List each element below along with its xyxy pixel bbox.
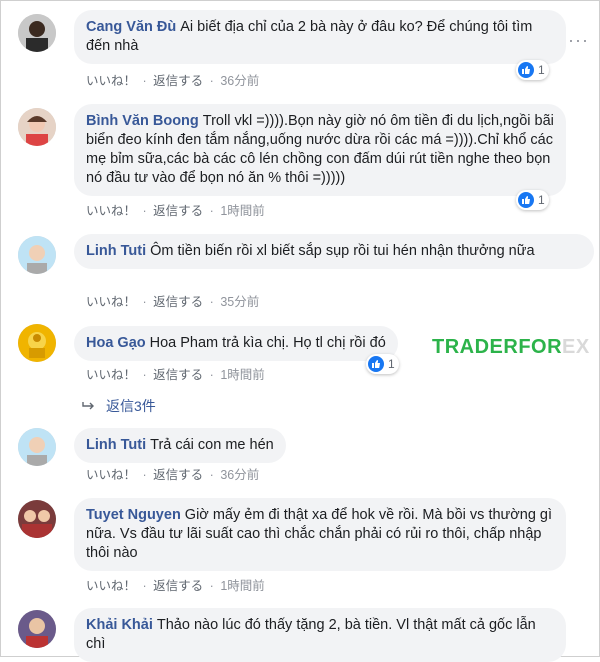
- comment-time[interactable]: 1時間前: [220, 368, 264, 382]
- like-link[interactable]: いいね！: [86, 468, 136, 482]
- comment-actions: いいね！ · 返信する · 1時間前: [86, 579, 265, 593]
- reply-link[interactable]: 返信する: [153, 368, 203, 382]
- comment-author[interactable]: Linh Tuti: [86, 243, 146, 259]
- comment-time[interactable]: 1時間前: [220, 204, 264, 218]
- comment-time[interactable]: 1時間前: [220, 579, 264, 593]
- avatar[interactable]: [18, 324, 56, 362]
- comment-author[interactable]: Khải Khải: [86, 617, 153, 633]
- reply-arrow-icon: [82, 398, 96, 414]
- avatar[interactable]: [18, 236, 56, 274]
- comment-time[interactable]: 36分前: [220, 468, 259, 482]
- reply-link[interactable]: 返信する: [153, 579, 203, 593]
- avatar[interactable]: [18, 500, 56, 538]
- like-link[interactable]: いいね！: [86, 204, 136, 218]
- like-icon: [368, 356, 384, 372]
- avatar[interactable]: [18, 610, 56, 648]
- comment-bubble: Khải Khải Thảo nào lúc đó thấy tặng 2, bà…: [74, 608, 566, 662]
- reply-link[interactable]: 返信する: [153, 74, 203, 88]
- comment-text: Hoa Pham trả kìa chị. Họ tl chị rồi đó: [149, 335, 386, 351]
- comment-bubble: Tuyet Nguyen Giờ mấy ẻm đi thật xa để hok…: [74, 498, 566, 571]
- comment: Linh Tuti Ôm tiền biến rồi xl biết sắp sụ…: [14, 234, 594, 314]
- comment-author[interactable]: Cang Văn Đù: [86, 19, 176, 35]
- like-link[interactable]: いいね！: [86, 295, 136, 309]
- reaction-count[interactable]: 1: [516, 60, 549, 80]
- comment-text: Trả cái con me hén: [150, 437, 274, 453]
- comment: Tuyet Nguyen Giờ mấy ẻm đi thật xa để hok…: [14, 498, 594, 598]
- comment-time[interactable]: 35分前: [220, 295, 259, 309]
- avatar[interactable]: [18, 108, 56, 146]
- traderforex-watermark: TRADERFOREX: [432, 336, 590, 358]
- comment-author[interactable]: Tuyet Nguyen: [86, 507, 181, 523]
- like-icon: [518, 192, 534, 208]
- comment: Khải Khải Thảo nào lúc đó thấy tặng 2, bà…: [14, 608, 594, 662]
- comment-actions: いいね！ · 返信する · 36分前: [86, 468, 260, 482]
- reply-link[interactable]: 返信する: [153, 204, 203, 218]
- comment: Cang Văn Đù Ai biết địa chỉ của 2 bà này …: [14, 10, 594, 90]
- comment-actions: いいね！ · 返信する · 36分前: [86, 74, 260, 88]
- comment-author[interactable]: Bình Văn Boong: [86, 113, 199, 129]
- like-icon: [518, 62, 534, 78]
- comment-text: Thảo nào lúc đó thấy tặng 2, bà tiền. Vl…: [86, 617, 536, 652]
- comment-author[interactable]: Hoa Gạo: [86, 335, 146, 351]
- like-link[interactable]: いいね！: [86, 579, 136, 593]
- comment-bubble: Bình Văn Boong Troll vkl =)))).Bọn này gi…: [74, 104, 566, 196]
- like-link[interactable]: いいね！: [86, 74, 136, 88]
- comment-actions: いいね！ · 返信する · 1時間前: [86, 368, 265, 382]
- more-dots-icon[interactable]: ···: [568, 30, 589, 51]
- reply-link[interactable]: 返信する: [153, 468, 203, 482]
- comment: Linh Tuti Trả cái con me hén いいね！ · 返信する …: [14, 426, 594, 486]
- comment-author[interactable]: Linh Tuti: [86, 437, 146, 453]
- comment-bubble: Hoa Gạo Hoa Pham trả kìa chị. Họ tl chị r…: [74, 326, 398, 361]
- comment-bubble: Linh Tuti Trả cái con me hén: [74, 428, 286, 463]
- comment-actions: いいね！ · 返信する · 35分前: [86, 295, 260, 309]
- view-replies-link[interactable]: 返信3件: [82, 396, 156, 416]
- comment-actions: いいね！ · 返信する · 1時間前: [86, 204, 265, 218]
- avatar[interactable]: [18, 14, 56, 52]
- avatar[interactable]: [18, 428, 56, 466]
- reply-link[interactable]: 返信する: [153, 295, 203, 309]
- comment-text: Ôm tiền biến rồi xl biết sắp sụp rồi tui…: [150, 243, 535, 259]
- comment-bubble: Linh Tuti Ôm tiền biến rồi xl biết sắp sụ…: [74, 234, 594, 269]
- comment-time[interactable]: 36分前: [220, 74, 259, 88]
- comment: Bình Văn Boong Troll vkl =)))).Bọn này gi…: [14, 104, 594, 222]
- comment-bubble: Cang Văn Đù Ai biết địa chỉ của 2 bà này …: [74, 10, 566, 64]
- reaction-count[interactable]: 1: [516, 190, 549, 210]
- reaction-count[interactable]: 1: [366, 354, 399, 374]
- like-link[interactable]: いいね！: [86, 368, 136, 382]
